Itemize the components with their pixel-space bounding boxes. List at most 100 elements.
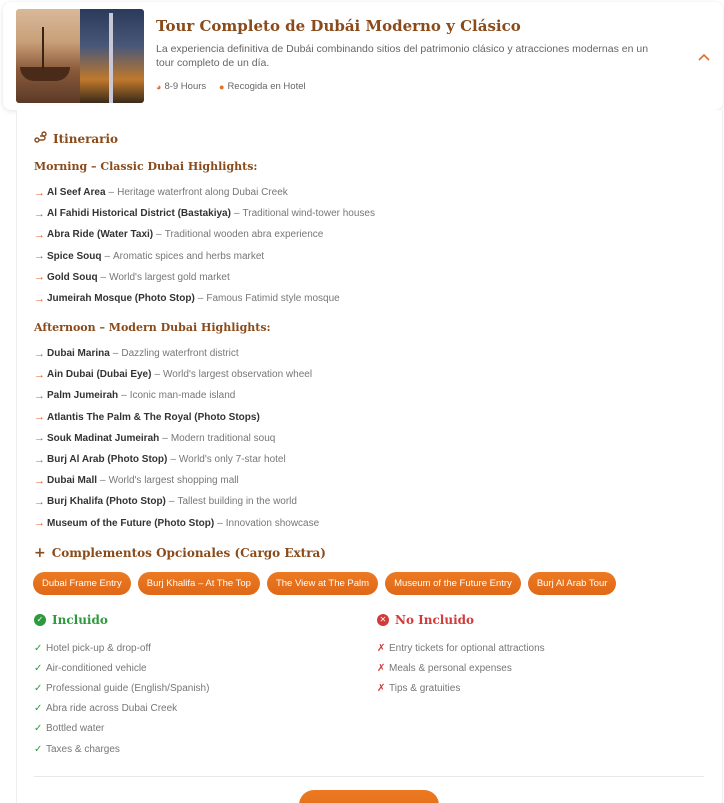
itinerary-stop: → Spice Souq – Aromatic spices and herbs ma… (34, 246, 375, 267)
not-included-item: ✗ Entry tickets for optional attractions (377, 638, 545, 658)
not-included-item-label: Entry tickets for optional attractions (389, 642, 545, 654)
addon-chip[interactable]: Burj Khalifa – At The Top (137, 572, 260, 595)
tour-thumbnail-image (16, 9, 144, 103)
not-included-list: ✗ Entry tickets for optional attractions … (377, 638, 545, 699)
stop-separator: – (217, 517, 223, 529)
stop-separator: – (156, 229, 162, 241)
included-item: ✓ Abra ride across Dubai Creek (34, 699, 209, 719)
book-button[interactable] (299, 790, 439, 803)
plus-icon: + (34, 545, 46, 561)
addon-chip[interactable]: The View at The Palm (266, 572, 379, 595)
arrow-right-icon: → (34, 453, 45, 466)
arrow-right-icon: → (34, 368, 45, 381)
check-icon: ✓ (34, 662, 43, 674)
stop-description: Traditional wind-tower houses (242, 208, 375, 220)
thumbnail-boat (20, 67, 70, 81)
tour-pickup: ● Recogida en Hotel (219, 81, 306, 92)
morning-title: Morning – Classic Dubai Highlights: (34, 160, 258, 173)
stop-name: Jumeirah Mosque (Photo Stop) (47, 293, 195, 305)
thumbnail-heritage-half (16, 9, 80, 103)
afternoon-title: Afternoon – Modern Dubai Highlights: (34, 321, 271, 334)
included-item-label: Taxes & charges (46, 743, 120, 755)
included-item: ✓ Professional guide (English/Spanish) (34, 678, 209, 698)
map-pin-icon: ● (219, 81, 225, 92)
included-item-label: Air-conditioned vehicle (46, 662, 147, 674)
chevron-up-icon[interactable] (694, 46, 714, 66)
itinerary-stop: → Ain Dubai (Dubai Eye) – World's largest o… (34, 364, 319, 385)
arrow-right-icon: → (34, 250, 45, 263)
stop-description: Heritage waterfront along Dubai Creek (117, 187, 288, 199)
itinerary-stop: → Gold Souq – World's largest gold market (34, 267, 375, 288)
tour-title: Tour Completo de Dubái Moderno y Clásico (156, 17, 521, 35)
included-item: ✓ Hotel pick-up & drop-off (34, 638, 209, 658)
stop-separator: – (197, 293, 204, 305)
itinerary-stop: → Burj Al Arab (Photo Stop) – World's only … (34, 449, 319, 470)
addon-chip[interactable]: Dubai Frame Entry (33, 572, 131, 595)
stop-description: Dazzling waterfront district (121, 348, 239, 360)
stop-description: World's largest gold market (109, 271, 230, 283)
itinerary-stop: → Palm Jumeirah – Iconic man-made island (34, 385, 319, 406)
afternoon-stops-list: → Dubai Marina – Dazzling waterfront distri… (34, 343, 319, 534)
stop-separator: – (100, 475, 106, 487)
x-icon: ✗ (377, 682, 386, 694)
tour-description: La experiencia definitiva de Dubái combi… (156, 43, 649, 69)
stop-separator: – (108, 187, 115, 199)
stop-description: Modern traditional souq (170, 432, 276, 444)
check-icon: ✓ (34, 682, 43, 694)
section-divider (34, 776, 704, 777)
stop-name: Dubai Mall (47, 475, 98, 487)
itinerary-stop: → Al Seef Area – Heritage waterfront along … (34, 182, 375, 203)
arrow-right-icon: → (34, 432, 45, 445)
thumbnail-tower (109, 13, 113, 103)
check-icon: ✓ (34, 642, 43, 654)
arrow-right-icon: → (34, 517, 45, 530)
not-included-title-label: No Incluido (395, 613, 475, 627)
itinerary-stop: → Al Fahidi Historical District (Bastakiy… (34, 203, 375, 224)
stop-name: Palm Jumeirah (47, 390, 119, 402)
itinerary-stop: → Dubai Marina – Dazzling waterfront distri… (34, 343, 319, 364)
x-circle-icon: ✕ (377, 614, 389, 626)
arrow-right-icon: → (34, 207, 45, 220)
itinerary-stop: → Abra Ride (Water Taxi) – Traditional wood… (34, 224, 375, 245)
stop-description: World's largest observation wheel (163, 369, 313, 381)
check-circle-icon: ✓ (34, 614, 46, 626)
stop-name: Al Seef Area (47, 187, 106, 199)
tour-pickup-label: Recogida en Hotel (227, 81, 306, 92)
arrow-right-icon: → (34, 495, 45, 508)
itinerary-stop: → Dubai Mall – World's largest shopping mal… (34, 470, 319, 491)
tour-duration-label: 8-9 Hours (164, 81, 207, 92)
stop-name: Burj Al Arab (Photo Stop) (47, 454, 168, 466)
check-icon: ✓ (34, 723, 43, 735)
stop-description: Aromatic spices and herbs market (113, 250, 265, 262)
not-included-item: ✗ Tips & gratuities (377, 678, 545, 698)
addon-chip[interactable]: Burj Al Arab Tour (527, 572, 617, 595)
arrow-right-icon: → (34, 292, 45, 305)
itinerary-stop: → Museum of the Future (Photo Stop) – Innov… (34, 513, 319, 534)
not-included-item-label: Tips & gratuities (389, 682, 461, 694)
x-icon: ✗ (377, 642, 386, 654)
stop-name: Gold Souq (47, 271, 98, 283)
itinerary-stop: → Souk Madinat Jumeirah – Modern traditiona… (34, 428, 319, 449)
itinerary-stop: → Jumeirah Mosque (Photo Stop) – Famous Fat… (34, 288, 375, 309)
itinerary-title: Itinerario (34, 131, 118, 146)
stop-description: Famous Fatimid style mosque (206, 293, 340, 305)
itinerary-stop: → Burj Khalifa (Photo Stop) – Tallest build… (34, 491, 319, 512)
addon-chip[interactable]: Museum of the Future Entry (385, 572, 521, 595)
itinerary-stop: → Atlantis The Palm & The Royal (Photo St… (34, 407, 319, 428)
stop-separator: – (104, 250, 111, 262)
stop-separator: – (233, 208, 240, 220)
clock-icon: ◕ (156, 81, 162, 92)
route-icon (34, 131, 47, 146)
stop-description: Innovation showcase (225, 517, 320, 529)
x-icon: ✗ (377, 662, 386, 674)
included-item: ✓ Bottled water (34, 719, 209, 739)
stop-name: Ain Dubai (Dubai Eye) (47, 369, 152, 381)
stop-separator: – (112, 348, 119, 360)
stop-name: Spice Souq (47, 250, 102, 262)
included-list: ✓ Hotel pick-up & drop-off ✓ Air-condition… (34, 638, 209, 759)
addons-chip-list: Dubai Frame Entry Burj Khalifa – At The … (33, 572, 617, 595)
arrow-right-icon: → (34, 228, 45, 241)
included-title-label: Incluido (52, 613, 108, 627)
stop-name: Souk Madinat Jumeirah (47, 432, 160, 444)
stop-description: Traditional wooden abra experience (164, 229, 324, 241)
